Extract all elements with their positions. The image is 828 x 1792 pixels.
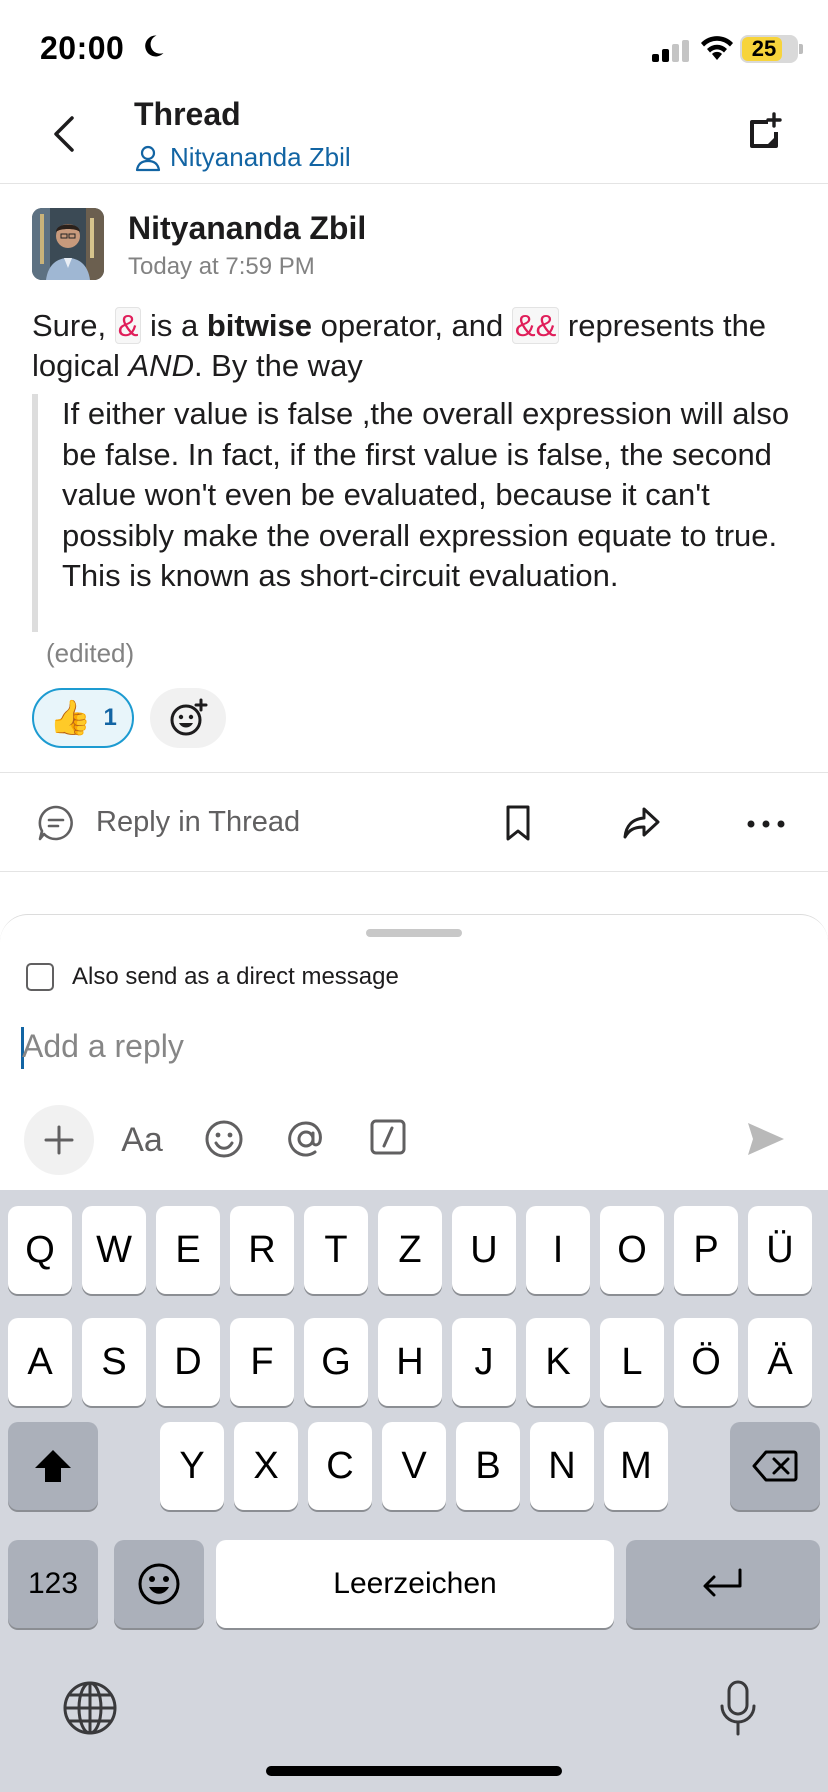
formatting-button[interactable]: Aa (118, 1116, 166, 1164)
edited-label: (edited) (46, 638, 135, 668)
page-title: Thread (134, 96, 241, 132)
back-chevron-icon[interactable] (48, 112, 82, 156)
return-icon (703, 1568, 742, 1597)
backspace-key[interactable] (730, 1422, 820, 1510)
moon-icon (145, 35, 164, 57)
wifi-icon (701, 36, 733, 60)
space-key[interactable]: Leerzeichen (216, 1540, 614, 1628)
slash-command-icon[interactable] (370, 1119, 406, 1155)
key-v[interactable]: V (382, 1422, 446, 1510)
add-emoji-icon (170, 698, 208, 736)
key-i[interactable]: I (526, 1206, 590, 1294)
key-c[interactable]: C (308, 1422, 372, 1510)
bookmark-icon[interactable] (504, 803, 532, 843)
key-ü[interactable]: Ü (748, 1206, 812, 1294)
key-q[interactable]: Q (8, 1206, 72, 1294)
key-w[interactable]: W (82, 1206, 146, 1294)
avatar-photo (32, 208, 104, 280)
direct-message-label[interactable]: Also send as a direct message (72, 963, 399, 991)
key-y[interactable]: Y (160, 1422, 224, 1510)
key-d[interactable]: D (156, 1318, 220, 1406)
key-a[interactable]: A (8, 1318, 72, 1406)
key-o[interactable]: O (600, 1206, 664, 1294)
attach-button[interactable] (24, 1105, 94, 1175)
key-b[interactable]: B (456, 1422, 520, 1510)
italic-text: AND (128, 348, 194, 383)
reply-input[interactable] (22, 1023, 802, 1069)
message-author[interactable]: Nityananda Zbil (128, 210, 366, 247)
thread-channel-link[interactable]: Nityananda Zbil (134, 142, 351, 173)
bold-text: bitwise (206, 308, 312, 343)
direct-message-checkbox[interactable] (26, 963, 54, 991)
message-actions-bar: Reply in Thread (0, 772, 828, 872)
new-note-icon[interactable] (744, 112, 784, 152)
key-e[interactable]: E (156, 1206, 220, 1294)
reactions-bar: 👍 1 (32, 688, 226, 748)
key-m[interactable]: M (604, 1422, 668, 1510)
numbers-key[interactable]: 123 (8, 1540, 98, 1628)
message-text: Sure, (32, 308, 115, 343)
emoji-key[interactable] (114, 1540, 204, 1628)
home-indicator[interactable] (266, 1766, 562, 1776)
reply-thread-icon[interactable] (36, 803, 76, 843)
key-r[interactable]: R (230, 1206, 294, 1294)
key-ö[interactable]: Ö (674, 1318, 738, 1406)
mention-icon[interactable] (286, 1119, 326, 1159)
message-text: operator, and (311, 308, 512, 343)
key-p[interactable]: P (674, 1206, 738, 1294)
globe-icon[interactable] (62, 1680, 118, 1736)
emoji-icon[interactable] (204, 1119, 244, 1159)
signal-icon (652, 40, 689, 62)
avatar[interactable] (32, 208, 104, 280)
key-s[interactable]: S (82, 1318, 146, 1406)
key-g[interactable]: G (304, 1318, 368, 1406)
share-icon[interactable] (622, 803, 662, 843)
message-body: Sure, & is a bitwise operator, and && re… (32, 306, 802, 386)
inline-code: && (511, 307, 560, 344)
thumbs-up-icon: 👍 (49, 699, 92, 737)
key-l[interactable]: L (600, 1318, 664, 1406)
backspace-icon (752, 1450, 798, 1482)
microphone-icon[interactable] (718, 1680, 758, 1736)
on-screen-keyboard: QWERTZUIOPÜ ASDFGHJKLÖÄ YXCVBNM 123 Leer… (0, 1190, 828, 1792)
return-key[interactable] (626, 1540, 820, 1628)
status-bar: 20:00 25 (0, 0, 828, 96)
inline-code: & (114, 307, 142, 344)
add-reaction-button[interactable] (150, 688, 226, 748)
shift-key[interactable] (8, 1422, 98, 1510)
person-icon (135, 145, 161, 171)
reply-composer: Also send as a direct message Aa (0, 914, 828, 1190)
more-options-icon[interactable] (746, 819, 786, 829)
key-k[interactable]: K (526, 1318, 590, 1406)
key-h[interactable]: H (378, 1318, 442, 1406)
battery-level: 25 (751, 36, 777, 61)
reaction-thumbs-up[interactable]: 👍 1 (32, 688, 134, 748)
message-text: is a (141, 308, 207, 343)
key-ä[interactable]: Ä (748, 1318, 812, 1406)
key-u[interactable]: U (452, 1206, 516, 1294)
status-time: 20:00 (40, 30, 125, 66)
key-z[interactable]: Z (378, 1206, 442, 1294)
key-j[interactable]: J (452, 1318, 516, 1406)
message-timestamp: Today at 7:59 PM (128, 253, 315, 280)
shift-icon (35, 1450, 71, 1482)
send-icon[interactable] (746, 1119, 786, 1159)
battery-icon: 25 (740, 35, 803, 63)
emoji-keyboard-icon (138, 1563, 180, 1605)
key-t[interactable]: T (304, 1206, 368, 1294)
blockquote: If either value is false ,the overall ex… (32, 394, 792, 632)
thread-header: Thread Nityananda Zbil (0, 96, 828, 184)
reaction-count: 1 (103, 704, 117, 731)
drag-handle[interactable] (366, 929, 462, 937)
key-x[interactable]: X (234, 1422, 298, 1510)
message-text: . By the way (193, 348, 363, 383)
reply-in-thread-button[interactable]: Reply in Thread (96, 806, 300, 839)
plus-icon (44, 1125, 74, 1155)
key-f[interactable]: F (230, 1318, 294, 1406)
header-subtitle: Nityananda Zbil (170, 142, 351, 172)
key-n[interactable]: N (530, 1422, 594, 1510)
